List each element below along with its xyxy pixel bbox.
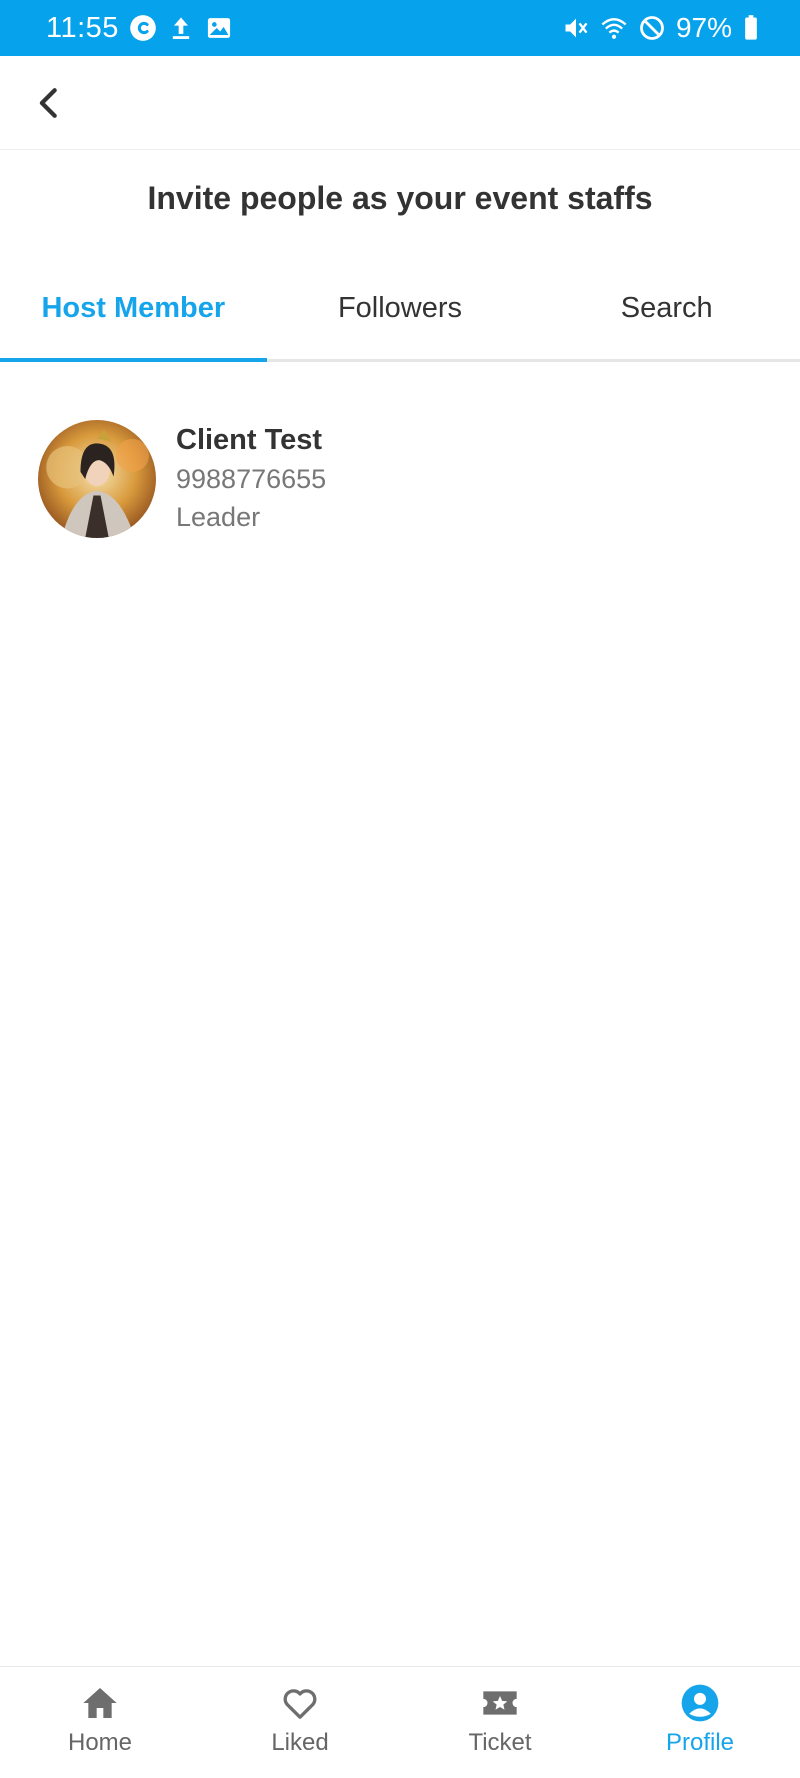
home-icon: [80, 1683, 120, 1723]
tab-search[interactable]: Search: [533, 270, 800, 359]
nav-ticket-label: Ticket: [468, 1729, 532, 1756]
nav-profile-label: Profile: [665, 1729, 735, 1756]
nav-home[interactable]: Home: [0, 1667, 200, 1778]
avatar: [38, 420, 156, 538]
member-phone: 9988776655: [176, 464, 327, 494]
profile-icon: [680, 1683, 720, 1723]
mute-icon: [562, 14, 590, 42]
app-bar: [0, 56, 800, 150]
status-time: 11:55: [46, 11, 119, 44]
wifi-icon: [600, 14, 628, 42]
back-button[interactable]: [22, 76, 76, 130]
c-circle-icon: [129, 14, 157, 42]
battery-percent: 97%: [675, 12, 732, 43]
nav-liked-label: Liked: [271, 1729, 329, 1756]
member-role: Leader: [176, 502, 261, 532]
status-bar: 11:55 97%: [0, 0, 800, 56]
tab-bar: Host Member Followers Search: [0, 270, 800, 362]
bottom-nav: Home Liked Ticket Profile: [0, 1666, 800, 1778]
status-right: 97%: [562, 12, 760, 44]
nav-liked[interactable]: Liked: [200, 1667, 400, 1778]
status-left: 11:55: [46, 12, 233, 45]
chevron-left-icon: [39, 88, 57, 118]
nav-home-label: Home: [67, 1729, 133, 1756]
nav-profile[interactable]: Profile: [600, 1667, 800, 1778]
member-name: Client Test: [176, 424, 323, 456]
page-title: Invite people as your event staffs: [147, 180, 653, 216]
tab-followers[interactable]: Followers: [267, 270, 534, 359]
nav-ticket[interactable]: Ticket: [400, 1667, 600, 1778]
ticket-icon: [480, 1683, 520, 1723]
tab-host-member[interactable]: Host Member: [0, 270, 267, 362]
blocked-icon: [638, 14, 666, 42]
battery-icon: [742, 14, 760, 42]
heart-icon: [280, 1683, 320, 1723]
image-icon: [205, 14, 233, 42]
list-item[interactable]: Client Test 9988776655 Leader: [0, 416, 800, 540]
upload-icon: [167, 14, 195, 42]
